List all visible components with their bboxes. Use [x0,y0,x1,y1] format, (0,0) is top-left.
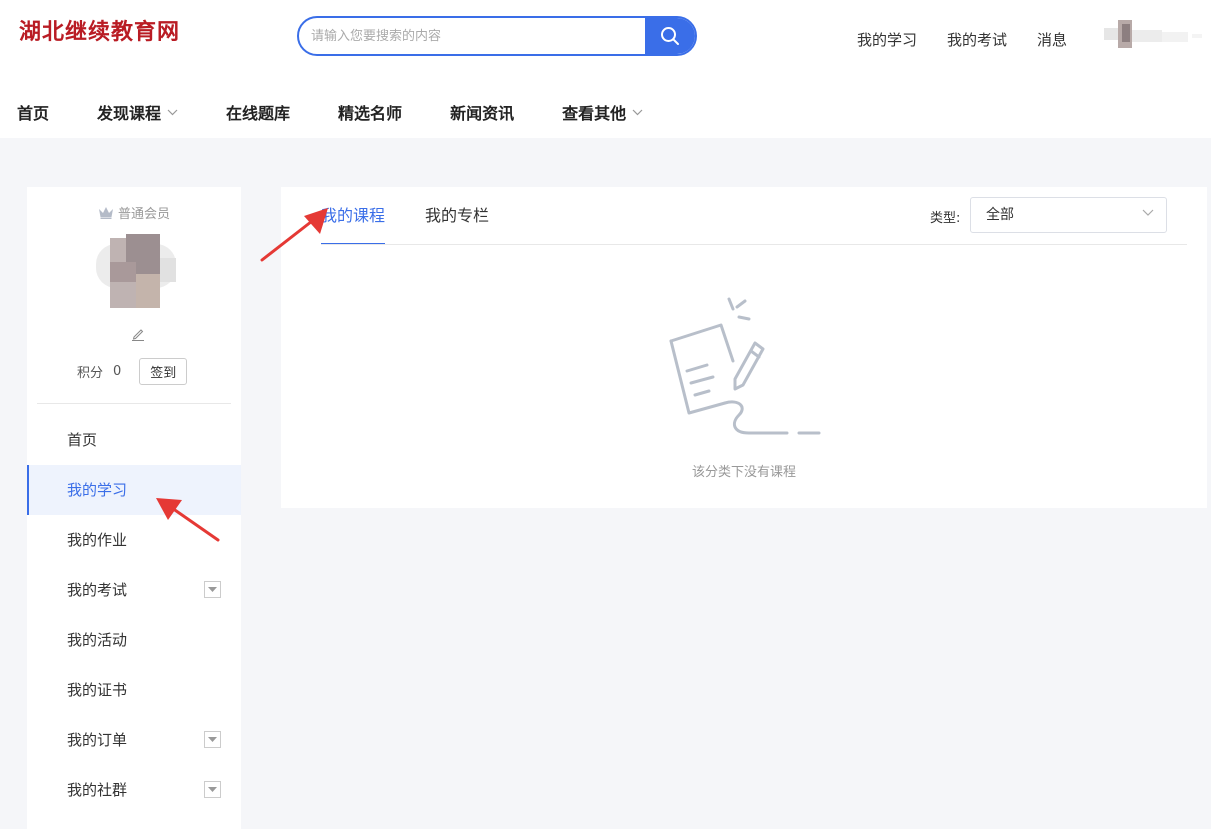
nav-home-label: 首页 [17,104,50,123]
nav-discover-courses[interactable]: 发现课程 [97,100,178,124]
nav-news-label: 新闻资讯 [450,104,515,123]
type-filter-label: 类型: [930,211,961,226]
sidebar-item-label: 我的订单 [67,731,128,749]
edit-icon[interactable] [131,327,145,341]
type-filter-value: 全部 [986,207,1014,223]
chevron-down-icon [632,109,643,115]
top-link-my-study[interactable]: 我的学习 [857,29,917,50]
points-label: 积分 [77,366,104,381]
annotation-arrow-icon [156,498,220,542]
search-bar [297,16,697,56]
user-avatar[interactable] [1104,20,1204,50]
crown-icon [98,207,113,219]
sidebar-item-my-community[interactable]: 我的社群 [27,765,241,815]
member-level: 普通会员 [27,203,241,222]
course-tabs: 我的课程 我的专栏 [321,187,529,245]
nav-discover-courses-label: 发现课程 [97,104,162,123]
sidebar-item-label: 我的证书 [67,681,128,699]
page: 湖北继续教育网 我的学习 我的考试 消息 首页 [0,0,1211,829]
site-logo[interactable]: 湖北继续教育网 [19,14,180,46]
points-row: 积分 0 签到 [77,358,188,385]
search-input[interactable] [299,18,647,54]
chevron-down-icon [167,109,178,115]
sidebar-item-my-certificates[interactable]: 我的证书 [27,665,241,715]
nav-teachers[interactable]: 精选名师 [338,100,402,124]
empty-state-icon [669,297,821,435]
search-icon [661,27,679,45]
main-content: 我的课程 我的专栏 类型: 全部 该分类下没有课程 [281,187,1207,508]
empty-state-text: 该分类下没有课程 [691,465,796,480]
sidebar-item-label: 我的学习 [67,481,128,499]
nav-home[interactable]: 首页 [17,100,49,124]
type-filter-select[interactable]: 全部 [970,197,1167,233]
expand-toggle[interactable] [204,581,221,598]
search-button[interactable] [645,18,695,54]
top-links: 我的学习 我的考试 消息 [857,29,1097,50]
top-link-my-exam[interactable]: 我的考试 [947,29,1007,50]
nav-teachers-label: 精选名师 [338,104,403,123]
sidebar-item-label: 我的社群 [67,781,128,799]
nav-more-label: 查看其他 [562,104,627,123]
annotation-arrow-icon [260,208,328,262]
chevron-down-icon [1142,209,1154,216]
tab-divider [321,244,1187,245]
sidebar-item-my-activities[interactable]: 我的活动 [27,615,241,665]
header: 湖北继续教育网 我的学习 我的考试 消息 首页 [0,0,1211,138]
caret-down-icon [208,786,217,792]
sidebar-item-label: 我的作业 [67,531,128,549]
points-value: 0 [113,364,122,379]
top-link-messages[interactable]: 消息 [1037,29,1067,50]
member-level-label: 普通会员 [117,207,170,222]
sidebar-item-label: 我的活动 [67,631,128,649]
nav-question-bank-label: 在线题库 [226,104,291,123]
caret-down-icon [208,586,217,592]
nav-news[interactable]: 新闻资讯 [450,100,514,124]
avatar[interactable] [96,234,176,308]
sidebar-item-label: 我的考试 [67,581,128,599]
nav-question-bank[interactable]: 在线题库 [226,100,290,124]
sign-in-button[interactable]: 签到 [139,358,188,385]
sidebar-item-home[interactable]: 首页 [27,415,241,465]
sidebar-item-label: 首页 [67,431,98,449]
caret-down-icon [208,736,217,742]
sidebar-menu: 首页 我的学习 我的作业 我的考试 我的活动 我的证书 我的订单 我的社群 [27,415,241,815]
sidebar-item-my-orders[interactable]: 我的订单 [27,715,241,765]
main-nav: 首页 发现课程 在线题库 精选名师 新闻资讯 查看其他 [17,100,691,124]
nav-more[interactable]: 查看其他 [562,100,643,124]
sidebar-item-my-exam[interactable]: 我的考试 [27,565,241,615]
expand-toggle[interactable] [204,731,221,748]
divider [37,403,231,404]
expand-toggle[interactable] [204,781,221,798]
tab-my-columns[interactable]: 我的专栏 [425,187,489,245]
